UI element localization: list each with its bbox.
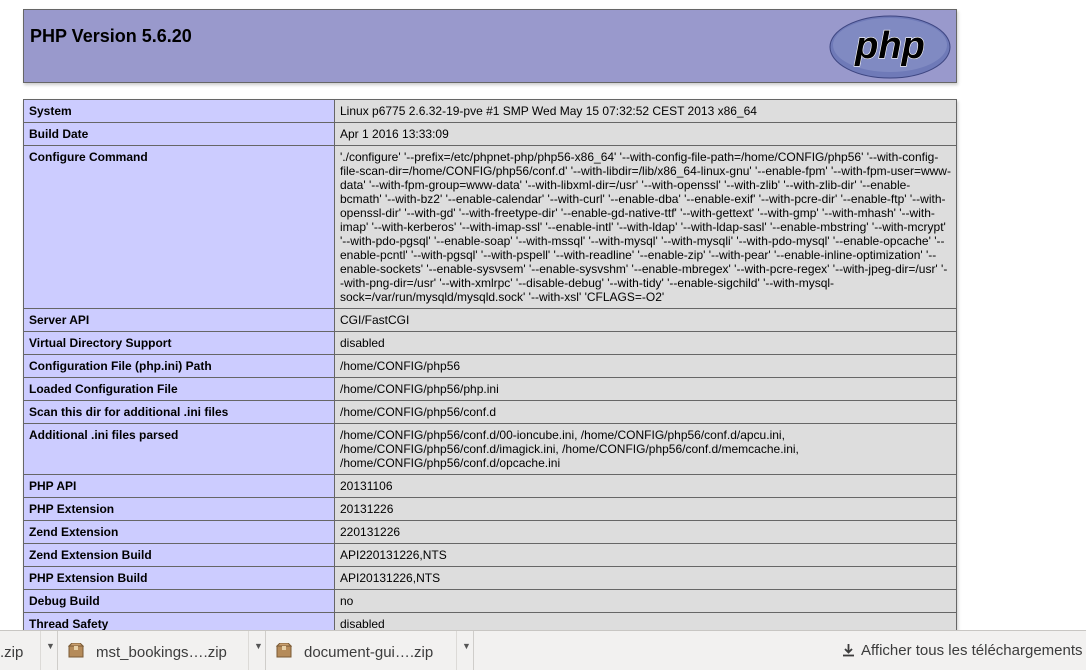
row-key: Server API — [23, 308, 335, 332]
download-item-name: mst_bookings….zip — [96, 644, 227, 661]
row-key: PHP Extension — [23, 497, 335, 521]
row-value: Apr 1 2016 13:33:09 — [334, 122, 957, 146]
row-key: Virtual Directory Support — [23, 331, 335, 355]
triangle-down-icon: ▼ — [462, 641, 471, 651]
show-all-downloads-link[interactable]: Afficher tous les téléchargements — [842, 642, 1083, 659]
row-value: /home/CONFIG/php56/conf.d — [334, 400, 957, 424]
table-row: Configuration File (php.ini) Path/home/C… — [23, 354, 957, 378]
row-key: PHP API — [23, 474, 335, 498]
download-menu-button[interactable]: ▼ — [456, 631, 474, 670]
php-logo-text: php — [854, 25, 925, 67]
php-logo-icon[interactable]: php — [829, 15, 951, 79]
row-value: 20131226 — [334, 497, 957, 521]
table-row: PHP Extension 20131226 — [23, 497, 957, 521]
row-value: Linux p6775 2.6.32-19-pve #1 SMP Wed May… — [334, 99, 957, 123]
download-item[interactable]: .zip ▼ — [0, 631, 58, 670]
download-item-name: .zip — [0, 644, 24, 661]
row-key: Zend Extension Build — [23, 543, 335, 567]
row-key: Debug Build — [23, 589, 335, 613]
row-key: PHP Extension Build — [23, 566, 335, 590]
download-item[interactable]: mst_bookings….zip ▼ — [58, 631, 266, 670]
table-row: Build Date Apr 1 2016 13:33:09 — [23, 122, 957, 146]
download-item-name: document-gui….zip — [304, 644, 434, 661]
table-row: Server API CGI/FastCGI — [23, 308, 957, 332]
download-arrow-icon — [843, 644, 854, 657]
download-item[interactable]: document-gui….zip ▼ — [266, 631, 474, 670]
php-version-header: PHP Version 5.6.20 php — [23, 9, 957, 83]
download-menu-button[interactable]: ▼ — [248, 631, 266, 670]
package-icon — [276, 643, 292, 658]
triangle-down-icon: ▼ — [46, 641, 55, 651]
table-row: Virtual Directory Support disabled — [23, 331, 957, 355]
table-row: Additional .ini files parsed/home/CONFIG… — [23, 423, 957, 475]
table-row: Loaded Configuration File/home/CONFIG/ph… — [23, 377, 957, 401]
package-icon — [68, 643, 84, 658]
table-row: PHP API 20131106 — [23, 474, 957, 498]
phpinfo-page: PHP Version 5.6.20 php System Linux p6775… — [0, 0, 1086, 630]
row-value: disabled — [334, 331, 957, 355]
table-row: Debug Build no — [23, 589, 957, 613]
row-key: System — [23, 99, 335, 123]
table-row: Zend Extension Build API220131226,NTS — [23, 543, 957, 567]
table-row: Thread Safety disabled — [23, 612, 957, 630]
row-value: disabled — [334, 612, 957, 630]
row-value: no — [334, 589, 957, 613]
row-value: 20131106 — [334, 474, 957, 498]
table-row: System Linux p6775 2.6.32-19-pve #1 SMP W… — [23, 99, 957, 123]
row-value: /home/CONFIG/php56/php.ini — [334, 377, 957, 401]
download-menu-button[interactable]: ▼ — [40, 631, 58, 670]
row-key: Thread Safety — [23, 612, 335, 630]
show-all-downloads-label: Afficher tous les téléchargements — [861, 642, 1083, 659]
row-key: Configuration File (php.ini) Path — [23, 354, 335, 378]
row-value: './configure' '--prefix=/etc/phpnet-php/… — [334, 145, 957, 309]
row-key: Zend Extension — [23, 520, 335, 544]
row-key: Configure Command — [23, 145, 335, 309]
triangle-down-icon: ▼ — [254, 641, 263, 651]
row-key: Additional .ini files parsed — [23, 423, 335, 475]
row-value: 220131226 — [334, 520, 957, 544]
table-row: Configure Command './configure' '--prefix… — [23, 145, 957, 309]
page-title: PHP Version 5.6.20 — [30, 26, 192, 46]
row-key: Build Date — [23, 122, 335, 146]
row-value: /home/CONFIG/php56 — [334, 354, 957, 378]
row-value: CGI/FastCGI — [334, 308, 957, 332]
row-value: /home/CONFIG/php56/conf.d/00-ioncube.ini… — [334, 423, 957, 475]
table-row: Zend Extension 220131226 — [23, 520, 957, 544]
row-value: API220131226,NTS — [334, 543, 957, 567]
row-key: Scan this dir for additional .ini files — [23, 400, 335, 424]
table-row: PHP Extension Build API20131226,NTS — [23, 566, 957, 590]
row-value: API20131226,NTS — [334, 566, 957, 590]
table-row: Scan this dir for additional .ini files /… — [23, 400, 957, 424]
download-bar: .zip ▼ mst_bookings….zip ▼ document-gui…… — [0, 630, 1086, 670]
php-info-table: System Linux p6775 2.6.32-19-pve #1 SMP W… — [23, 99, 957, 630]
row-key: Loaded Configuration File — [23, 377, 335, 401]
